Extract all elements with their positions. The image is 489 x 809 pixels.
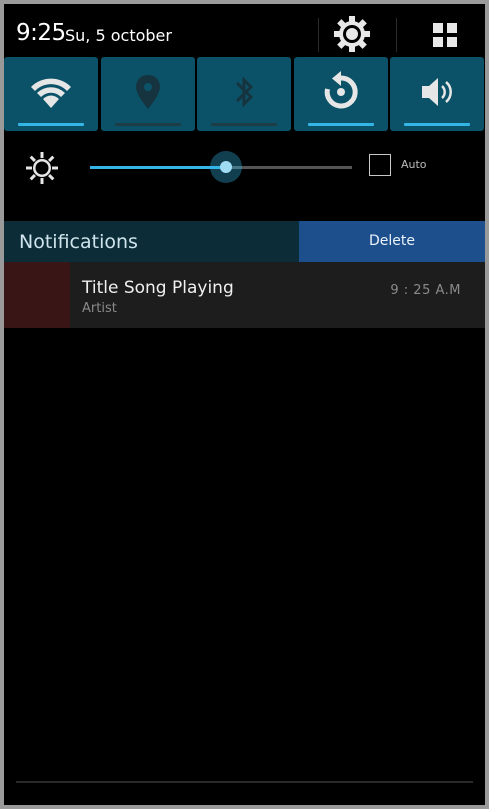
tile-indicator: [211, 123, 277, 126]
drag-handle-line[interactable]: [16, 781, 473, 783]
rotate-icon: [324, 71, 358, 109]
tile-wifi[interactable]: [4, 57, 98, 131]
tile-indicator: [115, 123, 181, 126]
auto-brightness-label: Auto: [401, 158, 427, 171]
brightness-row: Auto: [4, 144, 485, 194]
quick-settings-tiles: [4, 57, 485, 132]
brightness-slider[interactable]: [90, 151, 352, 183]
wifi-icon: [31, 78, 71, 108]
notifications-header: Notifications Delete: [4, 221, 485, 262]
delete-button[interactable]: Delete: [299, 221, 485, 262]
divider: [318, 18, 319, 52]
tile-auto-rotate[interactable]: [294, 57, 388, 131]
tile-bluetooth[interactable]: [197, 57, 291, 131]
tile-location[interactable]: [101, 57, 195, 131]
tile-indicator: [404, 123, 470, 126]
brightness-slider-thumb[interactable]: [210, 151, 242, 183]
status-bar: 9:25 Su, 5 october: [4, 4, 485, 60]
gear-icon: [334, 16, 370, 52]
notification-shade: 9:25 Su, 5 october Auto Notifications De…: [4, 4, 485, 805]
brightness-sun-icon: [26, 152, 58, 184]
tile-indicator: [308, 123, 374, 126]
slider-thumb-dot: [220, 161, 232, 173]
speaker-icon: [422, 78, 452, 106]
settings-button[interactable]: [331, 13, 373, 55]
notifications-title: Notifications: [19, 231, 138, 253]
auto-brightness-checkbox[interactable]: [369, 154, 391, 176]
grid-icon: [433, 23, 457, 47]
location-pin-icon: [136, 75, 160, 109]
notification-title: Title Song Playing: [82, 278, 234, 298]
bluetooth-icon: [235, 76, 254, 108]
brightness-slider-fill: [90, 166, 226, 169]
notification-subtitle: Artist: [82, 301, 117, 316]
status-date: Su, 5 october: [65, 26, 172, 45]
all-settings-button[interactable]: [428, 18, 462, 52]
divider: [396, 18, 397, 52]
notification-item[interactable]: Title Song Playing Artist 9 : 25 A.M: [4, 262, 485, 328]
tile-sound[interactable]: [390, 57, 484, 131]
tile-indicator: [18, 123, 84, 126]
status-clock: 9:25: [16, 20, 66, 46]
album-art: [4, 262, 70, 328]
notification-time: 9 : 25 A.M: [390, 283, 461, 298]
